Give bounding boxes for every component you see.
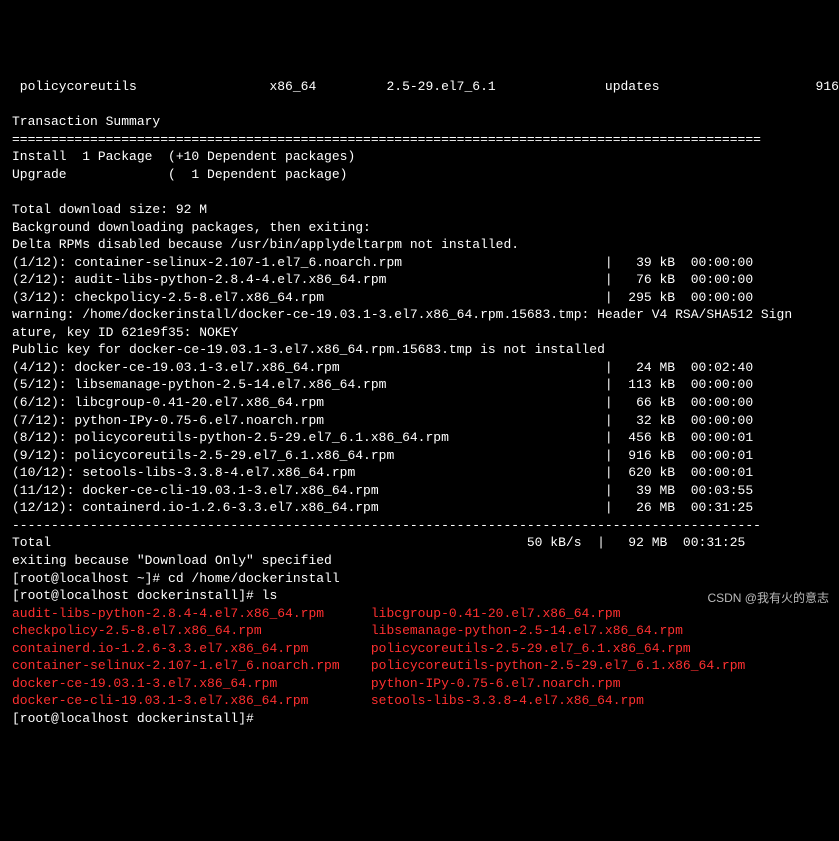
- terminal-output[interactable]: policycoreutils x86_64 2.5-29.el7_6.1 up…: [12, 78, 827, 727]
- watermark: CSDN @我有火的意志: [707, 590, 829, 606]
